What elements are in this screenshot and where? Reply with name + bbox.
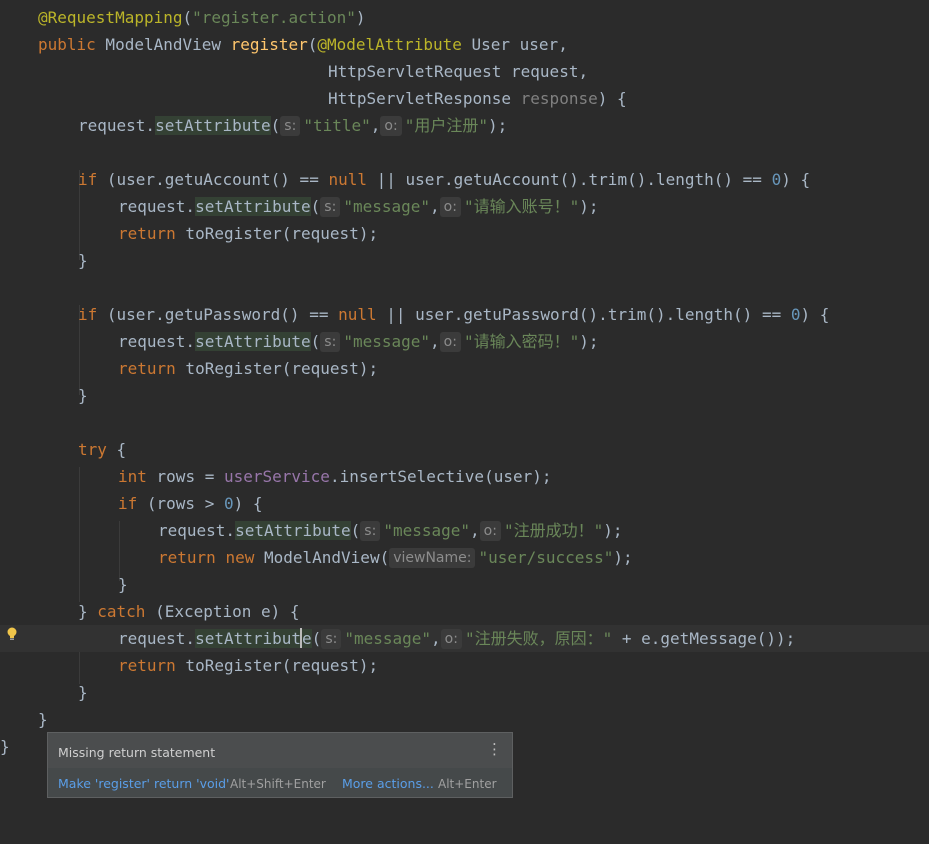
code-line[interactable]: return toRegister(request); — [0, 652, 929, 679]
field-reference: userService — [223, 467, 330, 486]
make-void-action[interactable]: Make 'register' return 'void' — [58, 776, 229, 791]
code-line[interactable]: } — [0, 706, 929, 733]
code-line[interactable]: HttpServletRequest request, — [0, 58, 929, 85]
unused-parameter: response — [520, 89, 598, 108]
method-call-highlight: setAttribute — [155, 116, 271, 135]
annotation: @RequestMapping — [38, 8, 183, 27]
parameter-hint: s: — [320, 332, 341, 352]
parameter-hint: o: — [380, 116, 402, 136]
parameter-hint: s: — [280, 116, 301, 136]
error-message: Missing return statement — [58, 745, 216, 760]
parameter-hint: s: — [320, 197, 341, 217]
code-line[interactable]: request.setAttribute(s: "message", o: "请输入密… — [0, 328, 929, 355]
code-line[interactable]: request.setAttribute(s: "message", o: "请输入账… — [0, 193, 929, 220]
code-editor[interactable]: @RequestMapping("register.action") publi… — [0, 0, 929, 844]
parameter-hint: o: — [440, 629, 462, 649]
more-options-icon[interactable]: ⋮ — [487, 742, 502, 757]
code-line[interactable]: if (rows > 0) { — [0, 490, 929, 517]
code-line[interactable]: @RequestMapping("register.action") — [0, 4, 929, 31]
code-line[interactable]: try { — [0, 436, 929, 463]
code-line[interactable]: public ModelAndView register(@ModelAttri… — [0, 31, 929, 58]
code-line[interactable]: request.setAttribute(s: "message", o: "注册成功… — [0, 517, 929, 544]
code-line[interactable]: HttpServletResponse response) { — [0, 85, 929, 112]
code-line[interactable]: return toRegister(request); — [0, 355, 929, 382]
parameter-hint: o: — [439, 197, 461, 217]
parameter-hint: o: — [479, 521, 501, 541]
error-popup: Missing return statement ⋮ Make 'registe… — [47, 732, 513, 798]
parameter-hint: o: — [439, 332, 461, 352]
code-line-current[interactable]: request.setAttribute(s: "message", o: "注册失败… — [0, 625, 929, 652]
shortcut-hint: Alt+Shift+Enter — [230, 777, 326, 791]
string-literal: "register.action" — [192, 8, 356, 27]
more-actions-link[interactable]: More actions... — [342, 776, 434, 791]
parameter-hint: viewName: — [389, 548, 476, 568]
annotation: @ModelAttribute — [317, 35, 462, 54]
code-line[interactable]: } — [0, 382, 929, 409]
shortcut-hint: Alt+Enter — [438, 777, 497, 791]
code-line[interactable]: } catch (Exception e) { — [0, 598, 929, 625]
code-line[interactable]: return toRegister(request); — [0, 220, 929, 247]
code-line[interactable]: request.setAttribute(s: "title", o: "用户注册")… — [0, 112, 929, 139]
code-line[interactable]: if (user.getuPassword() == null || user.… — [0, 301, 929, 328]
code-line[interactable]: } — [0, 247, 929, 274]
code-line[interactable]: int rows = userService.insertSelective(u… — [0, 463, 929, 490]
code-line[interactable]: return new ModelAndView(viewName: "user/s… — [0, 544, 929, 571]
code-line[interactable]: } — [0, 679, 929, 706]
lightbulb-icon[interactable] — [6, 627, 18, 641]
code-line[interactable]: if (user.getuAccount() == null || user.g… — [0, 166, 929, 193]
method-name: register — [230, 35, 308, 54]
parameter-hint: s: — [360, 521, 381, 541]
code-line[interactable]: } — [0, 571, 929, 598]
parameter-hint: s: — [321, 629, 342, 649]
keyword: public — [38, 35, 96, 54]
